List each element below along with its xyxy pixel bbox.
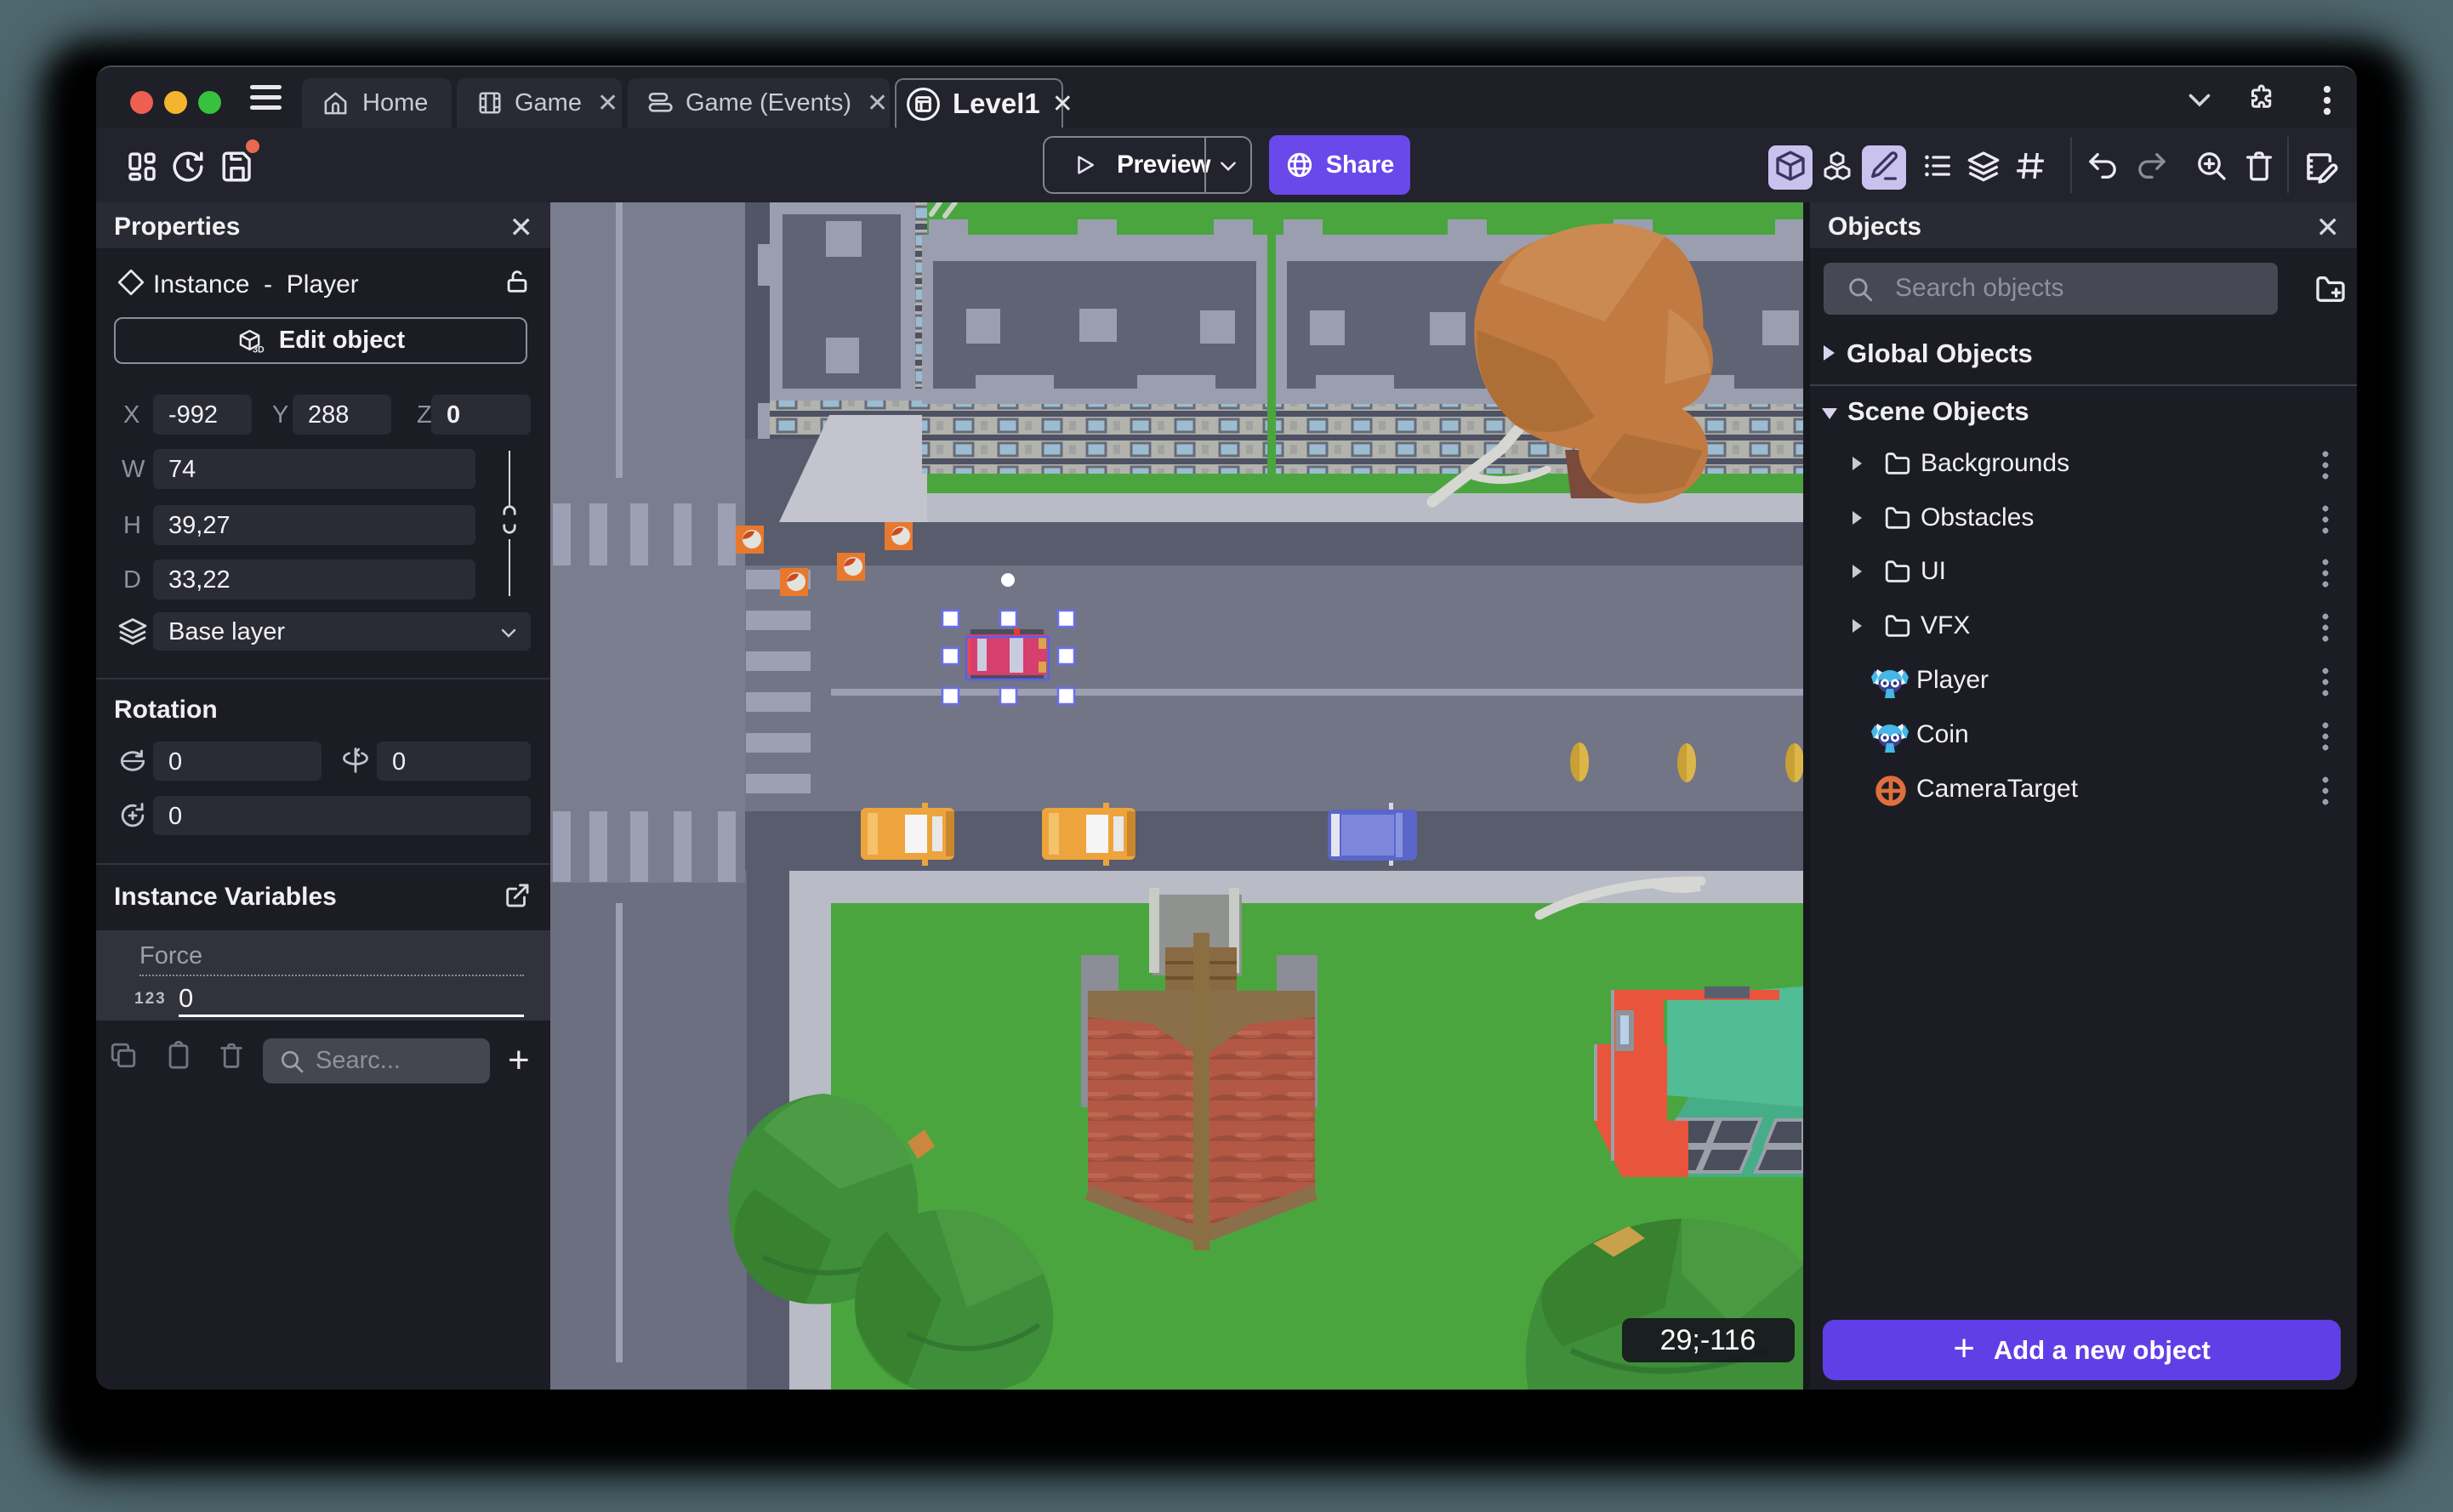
svg-text:29;-116: 29;-116 [1660,1324,1756,1356]
svg-text:3D: 3D [253,344,265,355]
